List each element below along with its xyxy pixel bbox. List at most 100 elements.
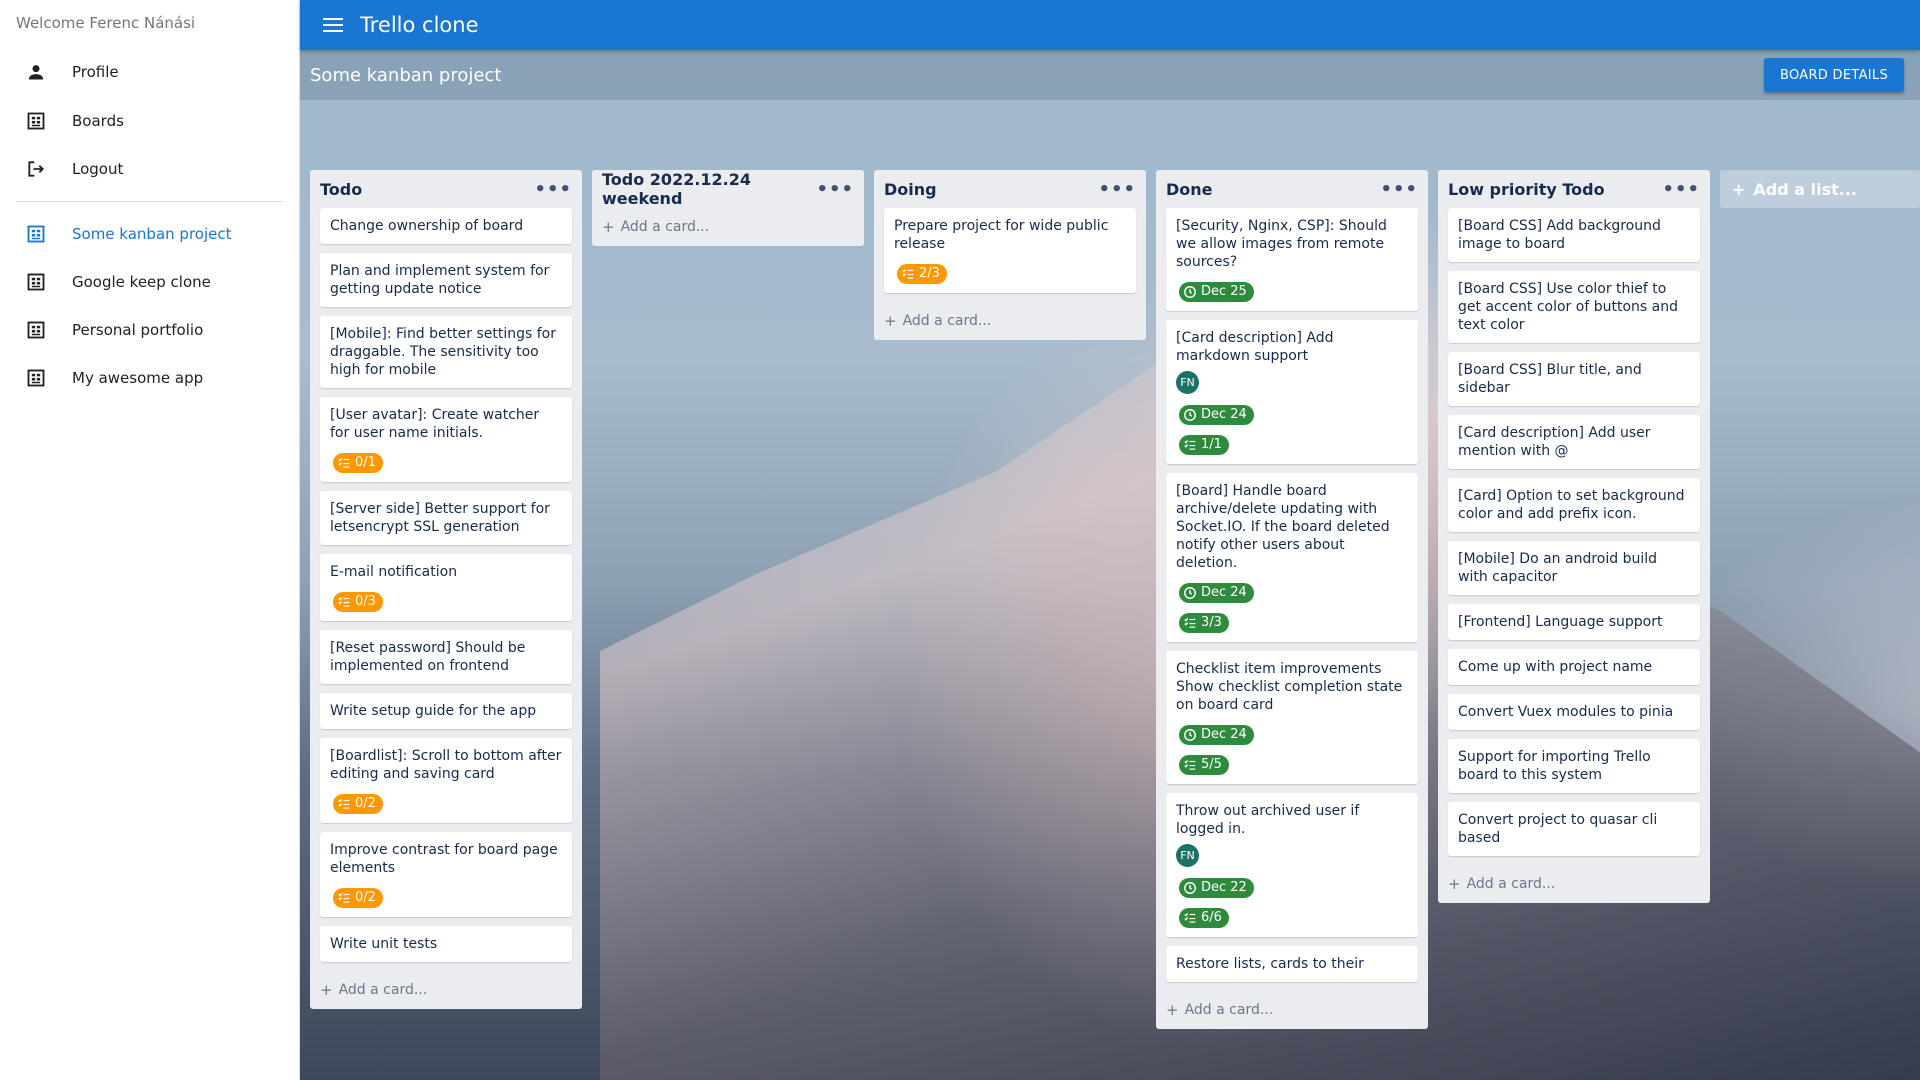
card-title: Write setup guide for the app — [330, 703, 537, 719]
card[interactable]: Checklist item improvements Show checkli… — [1166, 651, 1418, 784]
card-title: Convert Vuex modules to pinia — [1458, 704, 1674, 720]
card[interactable]: Write unit tests — [320, 926, 572, 962]
card-title: Come up with project name — [1458, 659, 1653, 675]
card-list: Change ownership of board Plan and implem… — [310, 208, 582, 971]
card[interactable]: [Frontend] Language support — [1448, 604, 1700, 640]
card-title: [Mobile]: Find better settings for dragg… — [330, 326, 556, 378]
checklist-icon — [1183, 438, 1197, 452]
card[interactable]: [Server side] Better support for letsenc… — [320, 491, 572, 545]
card[interactable]: [User avatar]: Create watcher for user n… — [320, 397, 572, 482]
checklist-progress: 1/1 — [1201, 437, 1222, 452]
card[interactable]: [Security, Nginx, CSP]: Should we allow … — [1166, 208, 1418, 311]
add-card-button[interactable]: + Add a card... — [1438, 865, 1710, 903]
card[interactable]: [Mobile]: Find better settings for dragg… — [320, 316, 572, 388]
board-icon — [0, 320, 72, 340]
person-icon — [0, 62, 72, 82]
list-title[interactable]: Done — [1166, 180, 1213, 199]
add-list-label: Add a list... — [1753, 179, 1858, 199]
card[interactable]: [Card description] Add markdown support F… — [1166, 320, 1418, 464]
card[interactable]: Plan and implement system for getting up… — [320, 253, 572, 307]
list-title[interactable]: Todo 2022.12.24 weekend — [602, 170, 816, 208]
card[interactable]: Convert project to quasar cli based — [1448, 802, 1700, 856]
clock-icon — [1183, 728, 1197, 742]
board-details-button[interactable]: BOARD DETAILS — [1763, 58, 1904, 92]
more-options-icon[interactable]: ••• — [1662, 179, 1700, 200]
card-title: [Reset password] Should be implemented o… — [330, 640, 526, 674]
checklist-badge: 1/1 — [1179, 435, 1229, 455]
card-title: [Board] Handle board archive/delete upda… — [1176, 483, 1390, 571]
card-title: [Frontend] Language support — [1458, 614, 1663, 630]
due-date-badge: Dec 24 — [1179, 725, 1254, 745]
add-card-button[interactable]: + Add a card... — [592, 208, 864, 246]
more-options-icon[interactable]: ••• — [534, 179, 572, 200]
app-title: Trello clone — [360, 13, 479, 37]
add-card-label: Add a card... — [1466, 876, 1556, 892]
sidebar-board-my-awesome-app[interactable]: My awesome app — [0, 354, 300, 402]
card[interactable]: [Mobile] Do an android build with capaci… — [1448, 541, 1700, 595]
list-title[interactable]: Doing — [884, 180, 937, 199]
add-card-button[interactable]: + Add a card... — [310, 971, 582, 1009]
sidebar-item-logout[interactable]: Logout — [0, 145, 300, 193]
due-date-label: Dec 24 — [1201, 585, 1247, 600]
checklist-progress: 0/3 — [355, 594, 376, 609]
checklist-icon — [337, 595, 351, 609]
card-list: [Security, Nginx, CSP]: Should we allow … — [1156, 208, 1428, 991]
card[interactable]: Write setup guide for the app — [320, 693, 572, 729]
sidebar-item-label: Profile — [72, 63, 119, 81]
add-list-button[interactable]: + Add a list... — [1720, 170, 1920, 208]
checklist-icon — [1183, 911, 1197, 925]
list-3: Done ••• [Security, Nginx, CSP]: Should we… — [1156, 170, 1428, 1029]
card-title: Write unit tests — [330, 936, 438, 952]
sidebar-board-some-kanban-project[interactable]: Some kanban project — [0, 210, 300, 258]
add-card-button[interactable]: + Add a card... — [1156, 991, 1428, 1029]
due-date-label: Dec 22 — [1201, 880, 1247, 895]
card[interactable]: [Reset password] Should be implemented o… — [320, 630, 572, 684]
card[interactable]: [Card description] Add user mention with… — [1448, 415, 1700, 469]
welcome-text: Welcome Ferenc Nánási — [16, 14, 196, 32]
checklist-badge: 5/5 — [1179, 755, 1229, 775]
sidebar-item-boards[interactable]: Boards — [0, 97, 300, 145]
card[interactable]: Improve contrast for board page elements… — [320, 832, 572, 917]
checklist-badge: 0/3 — [333, 592, 383, 612]
card[interactable]: [Board CSS] Add background image to boar… — [1448, 208, 1700, 262]
more-options-icon[interactable]: ••• — [816, 179, 854, 200]
sidebar-item-label: Boards — [72, 112, 124, 130]
card[interactable]: Prepare project for wide public release 2… — [884, 208, 1136, 293]
card[interactable]: Restore lists, cards to their — [1166, 946, 1418, 982]
checklist-icon — [337, 456, 351, 470]
board-icon — [0, 368, 72, 388]
checklist-progress: 6/6 — [1201, 910, 1222, 925]
card[interactable]: [Card] Option to set background color an… — [1448, 478, 1700, 532]
more-options-icon[interactable]: ••• — [1380, 179, 1418, 200]
card[interactable]: E-mail notification 0/3 — [320, 554, 572, 621]
card[interactable]: [Board] Handle board archive/delete upda… — [1166, 473, 1418, 642]
sidebar-item-label: Logout — [72, 160, 124, 178]
card[interactable]: Convert Vuex modules to pinia — [1448, 694, 1700, 730]
sidebar-board-personal-portfolio[interactable]: Personal portfolio — [0, 306, 300, 354]
menu-icon[interactable] — [318, 17, 348, 33]
card-title: Improve contrast for board page elements — [330, 842, 558, 876]
card[interactable]: [Board CSS] Use color thief to get accen… — [1448, 271, 1700, 343]
add-card-button[interactable]: + Add a card... — [874, 302, 1146, 340]
card[interactable]: [Board CSS] Blur title, and sidebar — [1448, 352, 1700, 406]
due-date-badge: Dec 25 — [1179, 282, 1254, 302]
sidebar-item-profile[interactable]: Profile — [0, 48, 300, 96]
more-options-icon[interactable]: ••• — [1098, 179, 1136, 200]
checklist-badge: 3/3 — [1179, 613, 1229, 633]
sidebar-divider — [16, 201, 283, 202]
sidebar-board-google-keep-clone[interactable]: Google keep clone — [0, 258, 300, 306]
card[interactable]: Come up with project name — [1448, 649, 1700, 685]
card[interactable]: Change ownership of board — [320, 208, 572, 244]
list-title[interactable]: Low priority Todo — [1448, 180, 1605, 199]
plus-icon: + — [1448, 875, 1461, 893]
clock-icon — [1183, 586, 1197, 600]
sidebar-item-label: My awesome app — [72, 369, 204, 387]
card[interactable]: Throw out archived user if logged in. FN D… — [1166, 793, 1418, 937]
card[interactable]: [Boardlist]: Scroll to bottom after edit… — [320, 738, 572, 823]
add-card-label: Add a card... — [338, 982, 428, 998]
list-title[interactable]: Todo — [320, 180, 362, 199]
card-title: [Board CSS] Use color thief to get accen… — [1458, 281, 1678, 333]
due-date-badge: Dec 24 — [1179, 405, 1254, 425]
clock-icon — [1183, 881, 1197, 895]
card[interactable]: Support for importing Trello board to th… — [1448, 739, 1700, 793]
